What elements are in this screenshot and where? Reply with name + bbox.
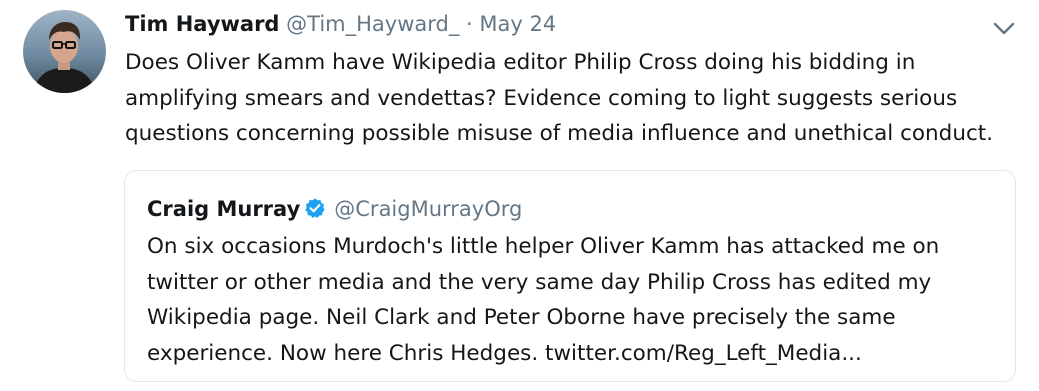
quoted-tweet[interactable]: Craig Murray @CraigMurrayOrg On six occa… <box>124 170 1016 382</box>
tweet-date[interactable]: May 24 <box>479 12 556 36</box>
author-handle[interactable]: @Tim_Hayward_ <box>286 12 459 36</box>
quoted-text-line: Wikipedia page. Neil Clark and Peter Obo… <box>147 305 896 330</box>
quoted-author-handle: @CraigMurrayOrg <box>334 197 523 221</box>
author-name[interactable]: Tim Hayward <box>125 12 279 36</box>
avatar[interactable] <box>23 10 106 93</box>
verified-badge-icon <box>305 198 325 218</box>
header-separator: · <box>466 12 473 36</box>
tweet-text-line: questions concerning possible misuse of … <box>125 121 994 146</box>
tweet-header: Tim Hayward @Tim_Hayward_ · May 24 <box>125 10 556 38</box>
tweet-text-line: Does Oliver Kamm have Wikipedia editor P… <box>125 50 916 75</box>
quoted-tweet-text: On six occasions Murdoch's little helper… <box>147 229 1007 371</box>
quoted-text-line: experience. Now here Chris Hedges. twitt… <box>147 340 862 366</box>
chevron-down-icon[interactable] <box>990 14 1018 42</box>
avatar-image <box>23 10 106 93</box>
quoted-tweet-header: Craig Murray @CraigMurrayOrg <box>147 195 522 223</box>
quoted-text-line: twitter or other media and the very same… <box>147 269 932 295</box>
tweet-text-line: amplifying smears and vendettas? Evidenc… <box>125 85 958 111</box>
tweet: Tim Hayward @Tim_Hayward_ · May 24 Does … <box>0 0 1039 391</box>
quoted-author-name: Craig Murray <box>147 197 301 221</box>
tweet-text: Does Oliver Kamm have Wikipedia editor P… <box>125 45 1025 152</box>
quoted-text-line: On six occasions Murdoch's little helper… <box>147 234 940 259</box>
